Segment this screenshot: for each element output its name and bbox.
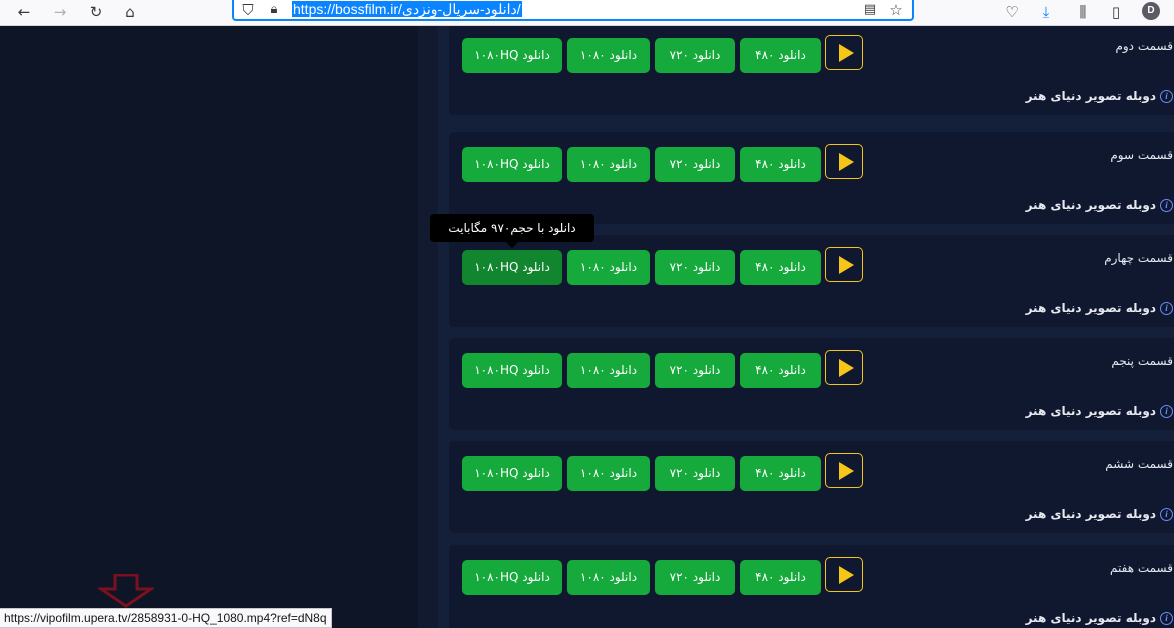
download-1080hq-button[interactable]: دانلود ۱۰۸۰HQ xyxy=(462,38,562,73)
play-icon xyxy=(839,566,854,584)
download-720-button[interactable]: دانلود ۷۲۰ xyxy=(655,147,735,182)
download-1080-button[interactable]: دانلود ۱۰۸۰ xyxy=(567,250,650,285)
episode-title: قسمت سوم xyxy=(1110,148,1173,162)
home-icon[interactable]: ⌂ xyxy=(120,2,140,22)
episode-card: قسمت چهارم دانلود ۴۸۰ دانلود ۷۲۰ دانلود ۱۰۸… xyxy=(449,235,1174,327)
page-side-strip xyxy=(418,26,438,628)
forward-icon[interactable]: → xyxy=(50,2,70,22)
episode-title: قسمت دوم xyxy=(1115,39,1173,53)
dubbing-label: i دوبله تصویر دنیای هنر xyxy=(1026,611,1173,625)
download-480-button[interactable]: دانلود ۴۸۰ xyxy=(740,38,821,73)
info-icon: i xyxy=(1160,301,1173,315)
download-1080-button[interactable]: دانلود ۱۰۸۰ xyxy=(567,560,650,595)
info-icon: i xyxy=(1160,198,1173,212)
dubbing-label: i دوبله تصویر دنیای هنر xyxy=(1026,301,1173,315)
download-1080-button[interactable]: دانلود ۱۰۸۰ xyxy=(567,38,650,73)
play-icon xyxy=(839,153,854,171)
episode-card: قسمت پنجم دانلود ۴۸۰ دانلود ۷۲۰ دانلود ۱۰۸۰… xyxy=(449,338,1174,430)
status-bar-link: https://vipofilm.upera.tv/2858931-0-HQ_1… xyxy=(0,608,332,628)
sidebar-icon[interactable]: ▯ xyxy=(1106,2,1126,22)
dubbing-text: دوبله تصویر دنیای هنر xyxy=(1025,198,1156,212)
play-button[interactable] xyxy=(825,350,863,385)
dubbing-text: دوبله تصویر دنیای هنر xyxy=(1025,89,1156,103)
episode-card: قسمت هفتم دانلود ۴۸۰ دانلود ۷۲۰ دانلود ۱۰۸۰… xyxy=(449,545,1174,628)
info-icon: i xyxy=(1160,611,1173,625)
play-button[interactable] xyxy=(825,557,863,592)
dubbing-label: i دوبله تصویر دنیای هنر xyxy=(1026,404,1173,418)
download-1080hq-button[interactable]: دانلود ۱۰۸۰HQ xyxy=(462,456,562,491)
dubbing-text: دوبله تصویر دنیای هنر xyxy=(1025,301,1156,315)
episode-title: قسمت ششم xyxy=(1105,457,1173,471)
download-size-tooltip: دانلود با حجم۹۷۰ مگابایت xyxy=(430,214,594,242)
play-icon xyxy=(839,44,854,62)
download-480-button[interactable]: دانلود ۴۸۰ xyxy=(740,560,821,595)
episode-title: قسمت هفتم xyxy=(1110,561,1173,575)
down-arrow-annotation-icon xyxy=(98,574,154,608)
play-icon xyxy=(839,256,854,274)
episode-card: قسمت سوم دانلود ۴۸۰ دانلود ۷۲۰ دانلود ۱۰۸۰ د… xyxy=(449,132,1174,224)
library-icon[interactable]: ⫼ xyxy=(1073,2,1093,22)
dubbing-label: i دوبله تصویر دنیای هنر xyxy=(1026,507,1173,521)
download-480-button[interactable]: دانلود ۴۸۰ xyxy=(740,147,821,182)
dubbing-label: i دوبله تصویر دنیای هنر xyxy=(1026,198,1173,212)
account-avatar[interactable]: D xyxy=(1142,2,1160,20)
play-button[interactable] xyxy=(825,453,863,488)
dubbing-label: i دوبله تصویر دنیای هنر xyxy=(1026,89,1173,103)
episode-card: قسمت دوم دانلود ۴۸۰ دانلود ۷۲۰ دانلود ۱۰۸۰ د… xyxy=(449,26,1174,115)
reload-icon[interactable]: ↻ xyxy=(86,2,106,22)
download-1080-button[interactable]: دانلود ۱۰۸۰ xyxy=(567,353,650,388)
episode-title: قسمت چهارم xyxy=(1104,251,1173,265)
left-panel xyxy=(0,26,418,628)
download-1080hq-button[interactable]: دانلود ۱۰۸۰HQ xyxy=(462,353,562,388)
dubbing-text: دوبله تصویر دنیای هنر xyxy=(1025,404,1156,418)
info-icon: i xyxy=(1160,404,1173,418)
download-720-button[interactable]: دانلود ۷۲۰ xyxy=(655,353,735,388)
download-720-button[interactable]: دانلود ۷۲۰ xyxy=(655,456,735,491)
back-icon[interactable]: ← xyxy=(14,2,34,22)
download-480-button[interactable]: دانلود ۴۸۰ xyxy=(740,353,821,388)
episode-list: قسمت دوم دانلود ۴۸۰ دانلود ۷۲۰ دانلود ۱۰۸۰ د… xyxy=(438,26,1174,628)
shield-icon[interactable]: ⛉ xyxy=(238,0,258,20)
download-1080hq-button[interactable]: دانلود ۱۰۸۰HQ xyxy=(462,250,562,285)
episode-card: قسمت ششم دانلود ۴۸۰ دانلود ۷۲۰ دانلود ۱۰۸۰ د… xyxy=(449,441,1174,533)
lock-icon[interactable]: 🔒︎ xyxy=(264,0,284,20)
download-1080-button[interactable]: دانلود ۱۰۸۰ xyxy=(567,456,650,491)
play-button[interactable] xyxy=(825,247,863,282)
info-icon: i xyxy=(1160,89,1173,103)
play-icon xyxy=(839,359,854,377)
download-720-button[interactable]: دانلود ۷۲۰ xyxy=(655,38,735,73)
play-button[interactable] xyxy=(825,35,863,70)
dubbing-text: دوبله تصویر دنیای هنر xyxy=(1025,611,1156,625)
info-icon: i xyxy=(1160,507,1173,521)
play-icon xyxy=(839,462,854,480)
download-1080hq-button[interactable]: دانلود ۱۰۸۰HQ xyxy=(462,560,562,595)
download-1080hq-button[interactable]: دانلود ۱۰۸۰HQ xyxy=(462,147,562,182)
download-icon[interactable]: ⤓ xyxy=(1036,2,1056,22)
download-720-button[interactable]: دانلود ۷۲۰ xyxy=(655,560,735,595)
bookmark-star-icon[interactable]: ☆ xyxy=(886,0,906,20)
browser-toolbar: ← → ↻ ⌂ ⛉ 🔒︎ https://bossfilm.ir/دانلود-… xyxy=(0,0,1174,26)
tooltip-arrow xyxy=(506,242,518,248)
dubbing-text: دوبله تصویر دنیای هنر xyxy=(1025,507,1156,521)
url-text[interactable]: https://bossfilm.ir/دانلود-سریال-ونزدی/ xyxy=(292,1,522,17)
pocket-icon[interactable]: ♡ xyxy=(1002,2,1022,22)
address-bar[interactable]: ⛉ 🔒︎ https://bossfilm.ir/دانلود-سریال-ون… xyxy=(232,0,914,21)
download-480-button[interactable]: دانلود ۴۸۰ xyxy=(740,456,821,491)
play-button[interactable] xyxy=(825,144,863,179)
download-720-button[interactable]: دانلود ۷۲۰ xyxy=(655,250,735,285)
download-1080-button[interactable]: دانلود ۱۰۸۰ xyxy=(567,147,650,182)
download-480-button[interactable]: دانلود ۴۸۰ xyxy=(740,250,821,285)
episode-title: قسمت پنجم xyxy=(1111,354,1173,368)
reader-view-icon[interactable]: ▤ xyxy=(860,0,880,20)
